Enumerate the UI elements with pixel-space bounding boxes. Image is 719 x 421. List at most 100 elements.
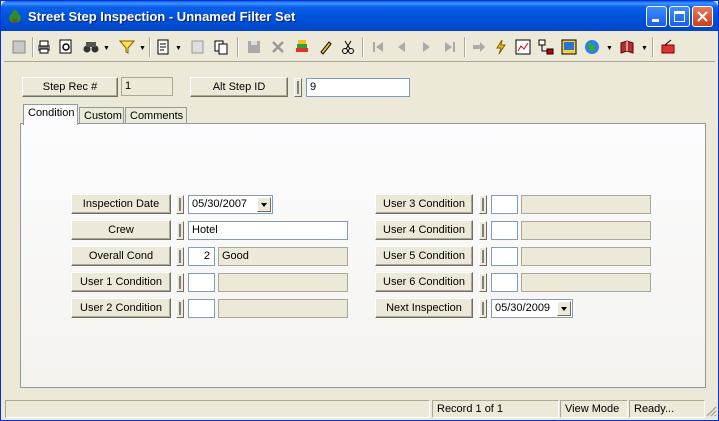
last-record-icon xyxy=(445,42,455,52)
chevron-down-icon[interactable]: ▼ xyxy=(103,45,110,52)
user3-condition-button[interactable]: User 3 Condition xyxy=(375,194,473,214)
search-button[interactable] xyxy=(82,36,102,58)
field-grip-handle[interactable] xyxy=(176,247,184,266)
tab-comments-label: Comments xyxy=(130,110,184,122)
field-grip-handle[interactable] xyxy=(176,221,184,240)
chevron-down-icon[interactable] xyxy=(557,301,571,316)
overall-cond-code-field[interactable]: 2 xyxy=(188,247,215,266)
user2-condition-button[interactable]: User 2 Condition xyxy=(71,298,171,318)
user5-condition-button[interactable]: User 5 Condition xyxy=(375,246,473,266)
new-record-button[interactable] xyxy=(10,36,30,58)
print-preview-button[interactable] xyxy=(57,36,77,58)
next-inspection-picker[interactable]: 05/30/2009 xyxy=(491,299,573,318)
delete-button[interactable] xyxy=(269,36,289,58)
graph-button[interactable] xyxy=(514,36,534,58)
user6-condition-code-field[interactable] xyxy=(491,273,518,292)
crew-button[interactable]: Crew xyxy=(71,220,171,240)
next-inspection-button[interactable]: Next Inspection xyxy=(375,298,473,318)
inspection-date-picker[interactable]: 05/30/2007 xyxy=(188,195,273,214)
properties-button[interactable] xyxy=(189,36,209,58)
crew-field[interactable]: Hotel xyxy=(188,221,348,240)
next-record-button[interactable] xyxy=(417,36,437,58)
user6-condition-button[interactable]: User 6 Condition xyxy=(375,272,473,292)
step-rec-button[interactable]: Step Rec # xyxy=(22,77,118,97)
map-button[interactable] xyxy=(560,36,580,58)
close-button[interactable] xyxy=(692,6,713,27)
user1-condition-desc-field xyxy=(218,273,348,292)
exit-button[interactable] xyxy=(659,36,679,58)
crew-label: Crew xyxy=(108,224,134,236)
alt-step-id-field[interactable]: 9 xyxy=(306,78,410,97)
previous-record-button[interactable] xyxy=(393,36,413,58)
field-grip-handle[interactable] xyxy=(479,195,487,214)
toolbar-separator xyxy=(362,37,364,57)
close-icon xyxy=(697,11,708,22)
user1-condition-code-field[interactable] xyxy=(188,273,215,292)
print-preview-icon xyxy=(59,39,72,54)
overall-cond-button[interactable]: Overall Cond xyxy=(71,246,171,266)
user3-condition-desc-field xyxy=(521,195,651,214)
chevron-down-icon[interactable]: ▼ xyxy=(606,45,613,52)
user4-condition-code-field[interactable] xyxy=(491,221,518,240)
printer-icon xyxy=(38,40,50,54)
hierarchy-icon xyxy=(538,39,554,55)
book-icon xyxy=(620,40,634,54)
next-inspection-label: Next Inspection xyxy=(386,302,462,314)
field-grip-handle[interactable] xyxy=(176,195,184,214)
alt-step-id-button[interactable]: Alt Step ID xyxy=(190,77,288,97)
chevron-down-icon[interactable]: ▼ xyxy=(139,45,146,52)
main-window: Street Step Inspection - Unnamed Filter … xyxy=(0,0,719,421)
goto-button[interactable] xyxy=(470,36,490,58)
hierarchy-button[interactable] xyxy=(537,36,557,58)
report-button[interactable] xyxy=(154,36,174,58)
status-state: Ready... xyxy=(629,400,705,418)
field-grip-handle[interactable] xyxy=(479,221,487,240)
pencil-icon xyxy=(320,41,332,55)
field-grip-handle[interactable] xyxy=(479,273,487,292)
maximize-button[interactable] xyxy=(669,6,690,27)
resize-grip-icon[interactable] xyxy=(705,405,717,417)
user1-condition-button[interactable]: User 1 Condition xyxy=(71,272,171,292)
user4-condition-button[interactable]: User 4 Condition xyxy=(375,220,473,240)
cut-button[interactable] xyxy=(339,36,359,58)
field-grip-handle[interactable] xyxy=(479,247,487,266)
overall-cond-label: Overall Cond xyxy=(88,250,154,262)
tab-condition[interactable]: Condition xyxy=(23,104,78,125)
last-record-button[interactable] xyxy=(441,36,461,58)
user5-condition-code-field[interactable] xyxy=(491,247,518,266)
layers-button[interactable] xyxy=(293,36,313,58)
binoculars-icon xyxy=(83,42,99,53)
step-rec-field: 1 xyxy=(121,77,173,96)
minimize-button[interactable] xyxy=(646,6,667,27)
map-icon xyxy=(561,39,577,55)
tab-custom-label: Custom xyxy=(84,110,122,122)
user2-condition-code-field[interactable] xyxy=(188,299,215,318)
field-grip-handle[interactable] xyxy=(479,299,487,318)
save-button[interactable] xyxy=(245,36,265,58)
chevron-down-icon[interactable]: ▼ xyxy=(175,45,182,52)
field-grip-handle[interactable] xyxy=(176,273,184,292)
user5-condition-desc-field xyxy=(521,247,651,266)
field-grip-handle[interactable] xyxy=(176,299,184,318)
globe-button[interactable] xyxy=(583,36,603,58)
title-bar[interactable]: Street Step Inspection - Unnamed Filter … xyxy=(1,1,718,31)
field-grip-handle[interactable] xyxy=(294,78,302,97)
help-button[interactable] xyxy=(618,36,638,58)
chevron-down-icon[interactable] xyxy=(257,197,271,212)
copy-button[interactable] xyxy=(212,36,232,58)
alt-step-id-label: Alt Step ID xyxy=(212,81,266,93)
window-title: Street Step Inspection - Unnamed Filter … xyxy=(28,9,296,24)
user1-condition-label: User 1 Condition xyxy=(80,276,162,288)
save-icon xyxy=(248,41,260,53)
chevron-down-icon[interactable]: ▼ xyxy=(641,45,648,52)
filter-button[interactable] xyxy=(118,36,138,58)
report-icon xyxy=(157,39,169,55)
run-button[interactable] xyxy=(492,36,512,58)
user3-condition-code-field[interactable] xyxy=(491,195,518,214)
edit-button[interactable] xyxy=(316,36,336,58)
inspection-date-button[interactable]: Inspection Date xyxy=(71,194,171,214)
inspection-date-value: 05/30/2007 xyxy=(192,198,248,210)
first-record-button[interactable] xyxy=(369,36,389,58)
tab-condition-label: Condition xyxy=(28,107,75,119)
print-button[interactable] xyxy=(35,36,55,58)
